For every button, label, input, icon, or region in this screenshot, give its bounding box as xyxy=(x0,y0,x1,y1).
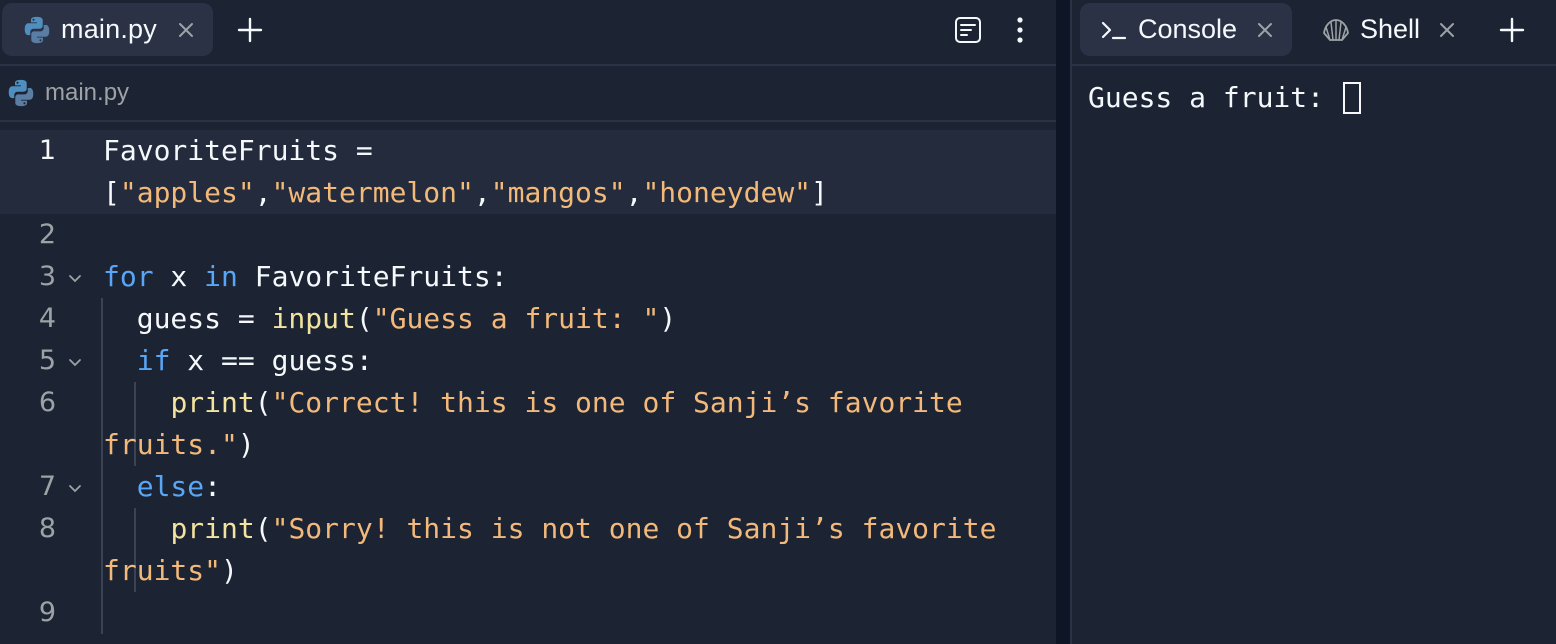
code-token: in xyxy=(204,260,238,293)
line-number: 1 xyxy=(38,135,56,166)
line-number: 6 xyxy=(38,387,56,418)
add-tab-icon[interactable] xyxy=(236,16,264,44)
code-line: ["apples","watermelon","mangos","honeyde… xyxy=(103,172,828,214)
fold-chevron-icon[interactable] xyxy=(66,270,84,288)
code-token: ) xyxy=(659,302,677,335)
code-token: , xyxy=(625,176,643,209)
line-number: 5 xyxy=(38,345,56,376)
code-token: print xyxy=(170,512,255,545)
tab-console-label: Console xyxy=(1138,14,1238,44)
console-output[interactable]: Guess a fruit: xyxy=(1088,78,1361,118)
code-token: ) xyxy=(237,428,255,461)
breadcrumb-file: main.py xyxy=(45,79,130,106)
code-token: x xyxy=(153,260,205,293)
line-number: 3 xyxy=(38,261,56,292)
code-token: "Guess a fruit: " xyxy=(372,302,660,335)
pane-resize-handle[interactable] xyxy=(1056,0,1070,644)
code-token: "watermelon" xyxy=(271,176,474,209)
fold-chevron-icon[interactable] xyxy=(66,480,84,498)
code-token: [ xyxy=(103,176,120,209)
fold-chevron-icon[interactable] xyxy=(66,354,84,372)
code-token: guess = xyxy=(103,302,272,335)
tab-main-py[interactable]: main.py xyxy=(2,3,213,56)
code-token: ( xyxy=(355,302,373,335)
line-number: 7 xyxy=(38,471,56,502)
code-token: , xyxy=(254,176,272,209)
code-line: else: xyxy=(103,466,221,508)
tab-shell-label: Shell xyxy=(1360,14,1421,44)
text-cursor xyxy=(1342,82,1361,114)
code-token: , xyxy=(473,176,491,209)
terminal-prompt-icon xyxy=(1101,21,1127,39)
code-line: print("Correct! this is one of Sanji’s f… xyxy=(103,382,963,424)
code-token: ( xyxy=(254,386,272,419)
app-window: main.py main.py 1 FavoriteFruits = ["app… xyxy=(0,0,1556,644)
code-token: "mangos" xyxy=(490,176,626,209)
line-number: 8 xyxy=(38,513,56,544)
breadcrumb[interactable]: main.py xyxy=(0,66,1056,122)
line-number: 2 xyxy=(38,219,56,250)
editor-tab-bar: main.py xyxy=(0,0,1056,66)
tab-shell[interactable]: Shell xyxy=(1310,3,1470,56)
code-line: fruits") xyxy=(103,550,238,592)
add-tab-icon[interactable] xyxy=(1498,16,1526,44)
code-token: ( xyxy=(254,512,272,545)
code-token: if xyxy=(136,344,171,377)
code-line: if x == guess: xyxy=(103,340,373,382)
tab-console[interactable]: Console xyxy=(1080,3,1292,56)
console-tab-bar: Console Shell xyxy=(1072,0,1556,66)
code-token: "honeydew" xyxy=(642,176,812,209)
code-token: : xyxy=(204,470,222,503)
code-token: FavoriteFruits: xyxy=(237,260,508,293)
close-icon[interactable] xyxy=(177,21,195,39)
code-line: for x in FavoriteFruits: xyxy=(103,256,508,298)
code-line: print("Sorry! this is not one of Sanji’s… xyxy=(103,508,996,550)
code-token: print xyxy=(170,386,255,419)
code-line: FavoriteFruits = xyxy=(103,130,373,172)
code-token: "apples" xyxy=(119,176,255,209)
line-number: 9 xyxy=(38,597,56,628)
tab-label: main.py xyxy=(61,14,157,44)
code-token: input xyxy=(271,302,356,335)
editor-pane: main.py main.py 1 FavoriteFruits = ["app… xyxy=(0,0,1056,644)
code-token: for xyxy=(103,260,154,293)
code-editor[interactable]: 1 FavoriteFruits = ["apples","watermelon",… xyxy=(0,124,1056,644)
python-icon xyxy=(24,16,50,43)
shell-icon xyxy=(1323,18,1349,41)
code-token: ] xyxy=(811,176,828,209)
code-token: x == guess: xyxy=(170,344,373,377)
python-icon xyxy=(8,79,34,107)
close-icon[interactable] xyxy=(1438,21,1456,39)
code-token: else xyxy=(136,470,205,503)
line-number: 4 xyxy=(38,303,56,334)
code-token: fruits" xyxy=(103,554,222,587)
code-line: guess = input("Guess a fruit: ") xyxy=(103,298,676,340)
code-token: fruits." xyxy=(103,428,238,461)
code-token: "Correct! this is one of Sanji’s favorit… xyxy=(271,386,963,419)
outline-icon[interactable] xyxy=(954,16,982,44)
console-output-text: Guess a fruit: xyxy=(1088,81,1341,114)
code-token: "Sorry! this is not one of Sanji’s favor… xyxy=(271,512,997,545)
close-icon[interactable] xyxy=(1256,21,1274,39)
console-pane: Console Shell Guess a fruit: xyxy=(1072,0,1556,644)
code-token: ) xyxy=(221,554,238,587)
code-token: FavoriteFruits = xyxy=(103,134,373,167)
code-line: fruits.") xyxy=(103,424,255,466)
more-options-icon[interactable] xyxy=(1008,14,1032,46)
